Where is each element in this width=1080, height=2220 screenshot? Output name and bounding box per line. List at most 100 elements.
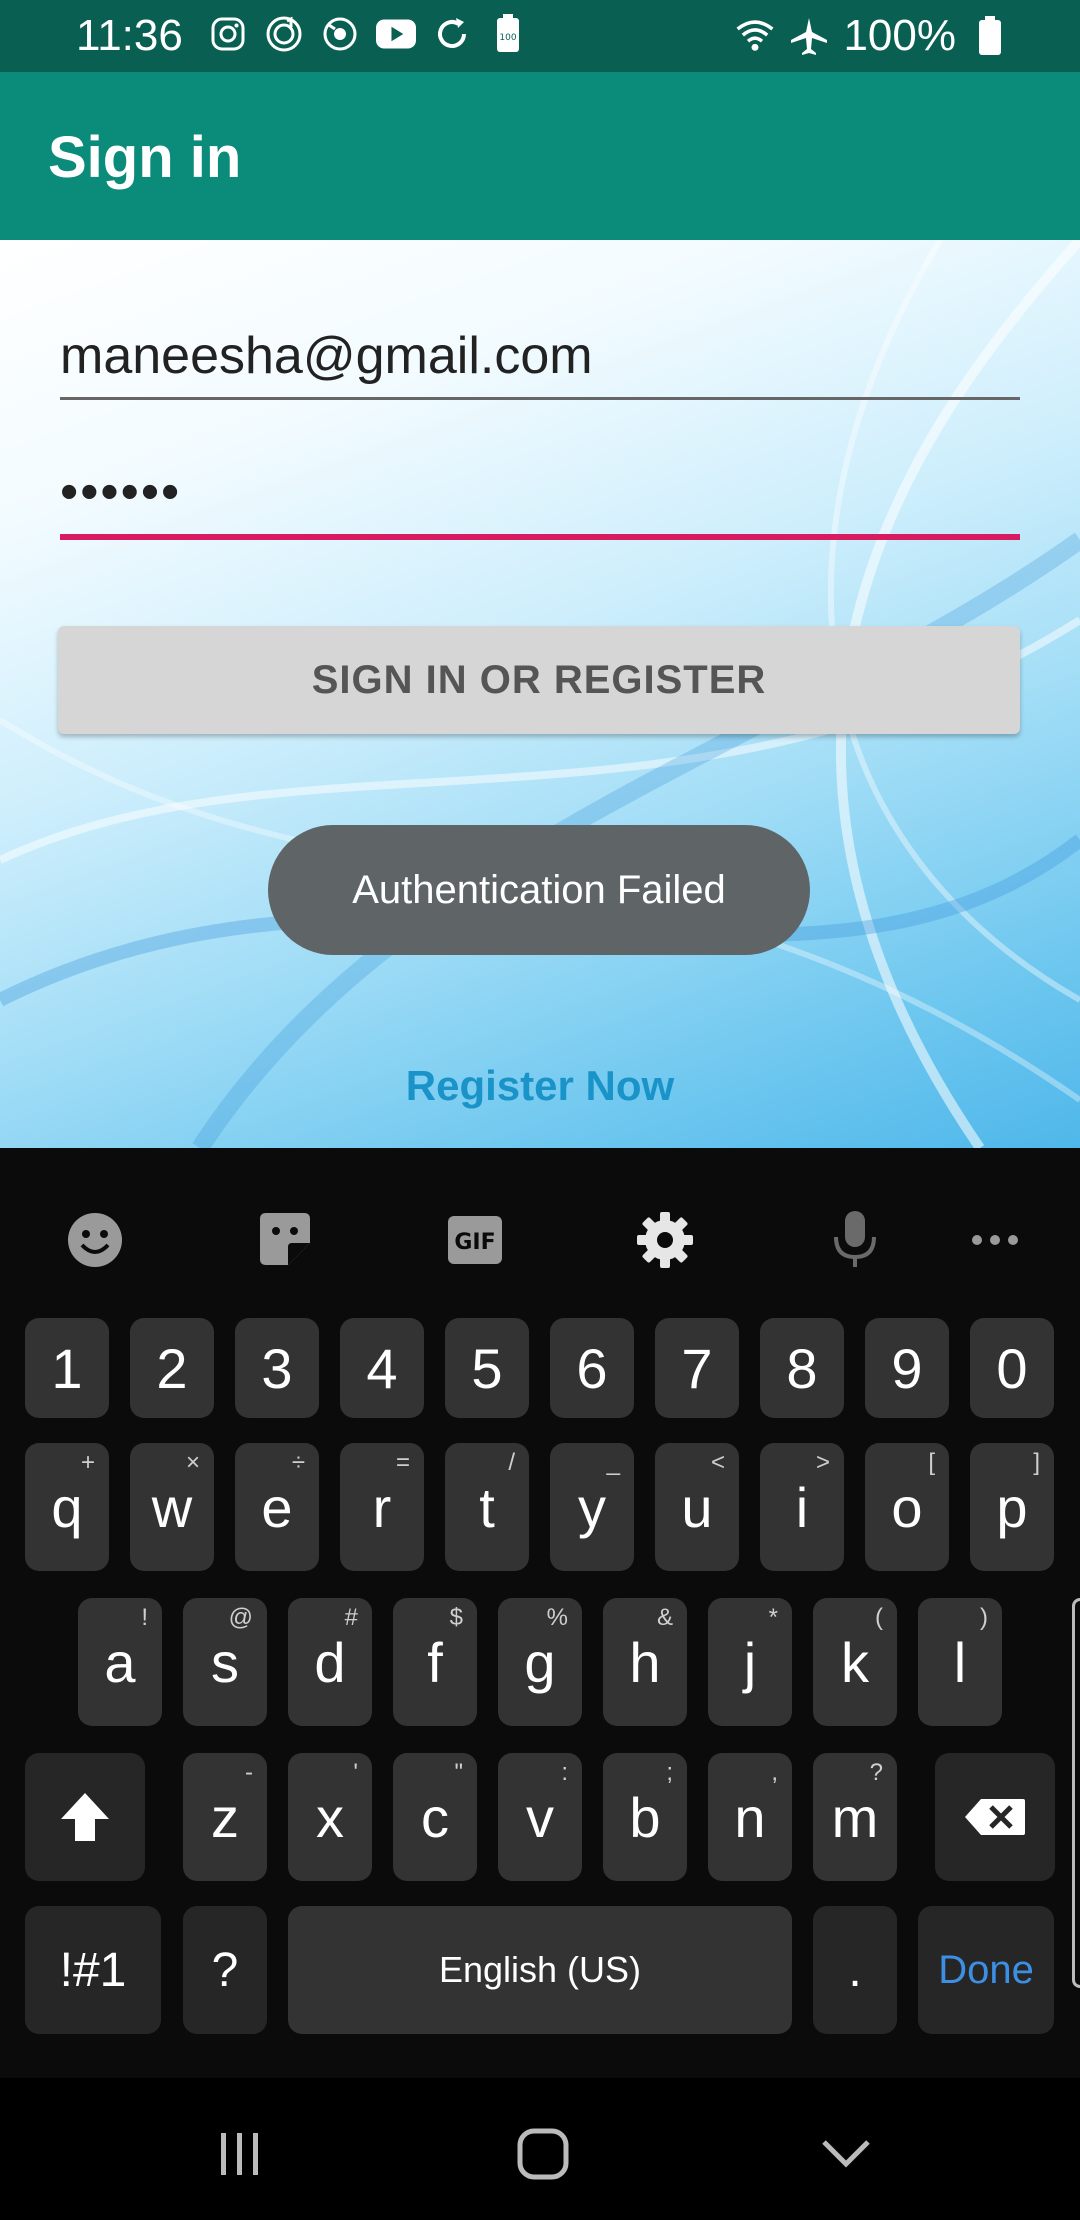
key-label: q [51, 1475, 83, 1539]
key-2[interactable]: 2 [130, 1318, 214, 1418]
microphone-icon[interactable] [815, 1200, 895, 1280]
key-alt-label: < [710, 1449, 725, 1476]
emoji-icon[interactable] [55, 1200, 135, 1280]
key-label: 4 [366, 1336, 398, 1400]
recent-apps-icon[interactable] [200, 2114, 280, 2194]
key-alt-label: / [508, 1449, 515, 1476]
key-f[interactable]: $ f [393, 1598, 477, 1726]
key-label: d [314, 1630, 346, 1694]
key-label: t [479, 1475, 495, 1539]
space-key[interactable]: English (US) [288, 1906, 792, 2034]
key-k[interactable]: (k [813, 1598, 897, 1726]
key-6[interactable]: 6 [550, 1318, 634, 1418]
key-label: 7 [681, 1336, 713, 1400]
key-1[interactable]: 1 [25, 1318, 109, 1418]
key-label: 0 [996, 1336, 1028, 1400]
airplane-mode-icon [789, 16, 829, 56]
more-icon[interactable] [955, 1200, 1035, 1280]
key-n[interactable]: ,n [708, 1753, 792, 1881]
key-label: z [211, 1785, 239, 1849]
key-r[interactable]: = r [340, 1443, 424, 1571]
register-now-link[interactable]: Register Now [0, 1062, 1080, 1110]
music-icon [264, 14, 304, 54]
sticker-icon[interactable] [245, 1200, 325, 1280]
key-8[interactable]: 8 [760, 1318, 844, 1418]
key-label: g [524, 1630, 556, 1694]
key-label: !#1 [59, 1943, 127, 1997]
key-alt-label: ÷ [291, 1449, 305, 1476]
key-alt-label: = [395, 1449, 410, 1476]
key-alt-label: ; [666, 1759, 673, 1786]
key-p[interactable]: ] p [970, 1443, 1054, 1571]
key-u[interactable]: < u [655, 1443, 739, 1571]
email-field[interactable]: maneesha@gmail.com [60, 326, 1020, 400]
navigation-bar [0, 2078, 1080, 2220]
key-t[interactable]: / t [445, 1443, 529, 1571]
key-label: Done [938, 1947, 1034, 1992]
key-o[interactable]: [o [865, 1443, 949, 1571]
key-j[interactable]: * j [708, 1598, 792, 1726]
key-label: k [841, 1630, 869, 1694]
key-g[interactable]: % g [498, 1598, 582, 1726]
key-3[interactable]: 3 [235, 1318, 319, 1418]
key-5[interactable]: 5 [445, 1318, 529, 1418]
key-alt-label: _ [606, 1449, 620, 1476]
key-label: j [743, 1630, 757, 1694]
key-alt-label: ( [875, 1604, 883, 1631]
password-field[interactable]: •••••• [60, 460, 1020, 540]
key-c[interactable]: " c [393, 1753, 477, 1881]
key-7[interactable]: 7 [655, 1318, 739, 1418]
key-w[interactable]: × w [130, 1443, 214, 1571]
key-alt-label: & [656, 1604, 673, 1631]
key-alt-label: $ [449, 1604, 463, 1631]
youtube-icon [376, 14, 416, 54]
key-9[interactable]: 9 [865, 1318, 949, 1418]
period-key[interactable]: . [813, 1906, 897, 2034]
key-a[interactable]: ! a [78, 1598, 162, 1726]
battery-saver-icon: 100 [488, 14, 528, 54]
key-label: e [261, 1475, 293, 1539]
toast-message: Authentication Failed [268, 825, 810, 955]
key-label: c [421, 1785, 449, 1849]
done-key[interactable]: Done [918, 1906, 1054, 2034]
key-i[interactable]: > i [760, 1443, 844, 1571]
key-label: English (US) [438, 1949, 642, 1990]
settings-icon[interactable] [625, 1200, 705, 1280]
key-label: 8 [786, 1336, 818, 1400]
key-x[interactable]: ' x [288, 1753, 372, 1881]
edge-panel-handle[interactable] [1072, 1598, 1080, 1988]
back-icon[interactable] [806, 2114, 886, 2194]
key-4[interactable]: 4 [340, 1318, 424, 1418]
sign-in-or-register-button[interactable]: SIGN IN OR REGISTER [58, 626, 1020, 734]
key-l[interactable]: ) l [918, 1598, 1002, 1726]
backspace-key[interactable] [935, 1753, 1055, 1881]
shift-key[interactable] [25, 1753, 145, 1881]
key-alt-label: - [245, 1759, 253, 1786]
key-z[interactable]: -z [183, 1753, 267, 1881]
key-b[interactable]: ; b [603, 1753, 687, 1881]
key-d[interactable]: # d [288, 1598, 372, 1726]
key-alt-label: " [454, 1759, 463, 1786]
key-y[interactable]: _ y [550, 1443, 634, 1571]
key-label: 3 [261, 1336, 293, 1400]
key-alt-label: > [815, 1449, 830, 1476]
key-e[interactable]: ÷ e [235, 1443, 319, 1571]
key-m[interactable]: ? m [813, 1753, 897, 1881]
key-q[interactable]: + q [25, 1443, 109, 1571]
key-label: 9 [891, 1336, 923, 1400]
key-0[interactable]: 0 [970, 1318, 1054, 1418]
key-h[interactable]: & h [603, 1598, 687, 1726]
home-icon[interactable] [503, 2114, 583, 2194]
key-v[interactable]: :v [498, 1753, 582, 1881]
question-mark-key[interactable]: ? [183, 1906, 267, 2034]
key-s[interactable]: @ s [183, 1598, 267, 1726]
key-alt-label: # [344, 1604, 358, 1631]
app-bar: Sign in [0, 72, 1080, 240]
gif-icon[interactable]: GIF [435, 1200, 515, 1280]
symbols-key[interactable]: !#1 [25, 1906, 161, 2034]
key-label: b [629, 1785, 661, 1849]
key-alt-label: , [771, 1759, 778, 1786]
key-alt-label: ] [1033, 1449, 1040, 1476]
key-label: 1 [51, 1336, 83, 1400]
key-label: r [372, 1475, 392, 1539]
